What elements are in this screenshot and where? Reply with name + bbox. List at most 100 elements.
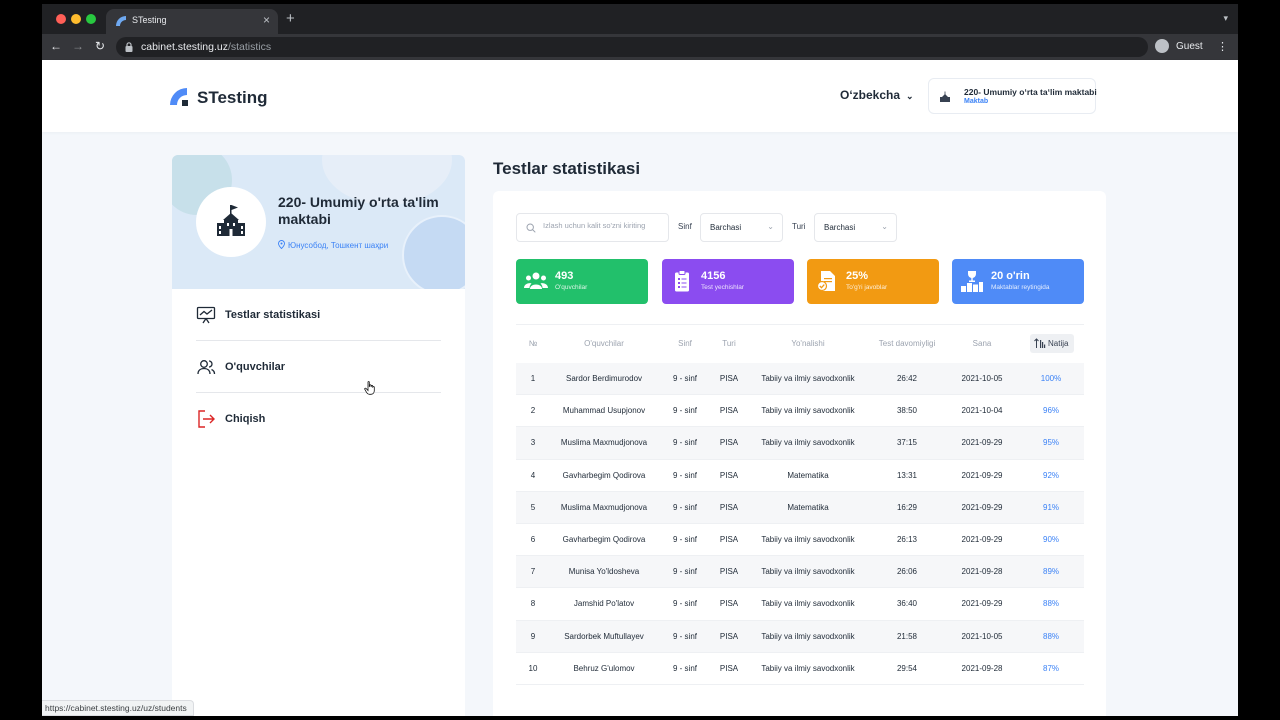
- location-pin-icon: [278, 240, 285, 249]
- divider: [196, 340, 441, 341]
- table-row[interactable]: 8 Jamshid Po'latov 9 - sinf PISA Tabiiy va i…: [516, 588, 1084, 621]
- back-arrow-icon[interactable]: ←: [50, 39, 62, 53]
- school-location: Юнусобод, Тошкент шаҳри: [278, 240, 388, 250]
- new-tab-icon[interactable]: +: [286, 11, 295, 27]
- class-filter-label: Sinf: [678, 222, 692, 231]
- cell-duration: 36:40: [896, 599, 918, 609]
- tab-close-icon[interactable]: ×: [263, 13, 270, 27]
- table-row[interactable]: 9 Sardorbek Muftullayev 9 - sinf PISA Tabiiy…: [516, 620, 1084, 653]
- cell-class: 9 - sinf: [672, 406, 698, 416]
- cell-test-type: PISA: [719, 470, 739, 480]
- stat-card-ranking: 20 o'rin Maktablar reytingida: [952, 259, 1084, 304]
- site-header: STesting O‘zbekcha ⌄ 220- Umumiy o‘rta ta…: [42, 60, 1238, 132]
- tab-title: STesting: [132, 15, 167, 25]
- sidebar-item-label: O'quvchilar: [225, 361, 286, 373]
- logout-icon: [198, 410, 215, 428]
- stat-label: Test yechishlar: [701, 284, 744, 291]
- cell-result: 100%: [1040, 374, 1062, 383]
- cell-test-type: PISA: [719, 502, 739, 512]
- forward-arrow-icon[interactable]: →: [72, 39, 84, 53]
- column-header-date: Sana: [972, 339, 992, 348]
- cell-row-number: 5: [530, 502, 536, 512]
- cell-duration: 37:15: [896, 438, 918, 448]
- reload-icon[interactable]: ↻: [95, 39, 105, 53]
- type-filter-select[interactable]: Barchasi ⌄: [814, 213, 897, 242]
- window-close-button[interactable]: [56, 14, 66, 24]
- stat-value: 25%: [846, 270, 869, 282]
- profile-avatar-icon: [1155, 39, 1169, 53]
- profile-button[interactable]: Guest: [1154, 37, 1226, 57]
- profile-label: Guest: [1176, 41, 1203, 52]
- stat-label: To'g'ri javoblar: [846, 284, 888, 291]
- school-profile-banner: 220- Umumiy o'rta ta'lim maktabi Юнусобо…: [172, 155, 465, 289]
- select-value: Barchasi: [710, 223, 742, 232]
- cell-duration: 16:29: [896, 502, 918, 512]
- page-content: STesting O‘zbekcha ⌄ 220- Umumiy o‘rta ta…: [42, 60, 1238, 716]
- table-row[interactable]: 2 Muhammad Usupjonov 9 - sinf PISA Tabiiy va…: [516, 395, 1084, 428]
- class-filter-select[interactable]: Barchasi ⌄: [700, 213, 783, 242]
- table-row[interactable]: 4 Gavharbegim Qodirova 9 - sinf PISA Matemat…: [516, 460, 1084, 492]
- stat-label: O'quvchilar: [555, 284, 588, 291]
- window-zoom-button[interactable]: [86, 14, 96, 24]
- browser-tab[interactable]: STesting ×: [106, 9, 278, 34]
- table-row[interactable]: 1 Sardor Berdimurodov 9 - sinf PISA Tabiiy v…: [516, 363, 1084, 396]
- search-box[interactable]: [516, 213, 669, 242]
- table-row[interactable]: 5 Muslima Maxmudjonova 9 - sinf PISA Matemat…: [516, 491, 1084, 524]
- chevron-down-icon: ⌄: [767, 222, 774, 231]
- cell-student-name: Munisa Yo'ldosheva: [568, 567, 640, 577]
- cell-class: 9 - sinf: [672, 663, 698, 673]
- sort-by-result-button[interactable]: Natija: [1030, 334, 1074, 353]
- search-input[interactable]: [543, 221, 665, 230]
- cell-test-type: PISA: [719, 599, 739, 609]
- cell-duration: 21:58: [896, 631, 918, 641]
- cell-row-number: 6: [530, 534, 536, 544]
- address-bar[interactable]: cabinet.stesting.uz/statistics: [116, 37, 1148, 57]
- select-value: Barchasi: [824, 223, 856, 232]
- cell-date: 2021-09-28: [961, 567, 1003, 577]
- search-icon: [526, 223, 536, 233]
- cell-student-name: Gavharbegim Qodirova: [562, 470, 646, 480]
- cell-class: 9 - sinf: [672, 374, 698, 383]
- browser-menu-icon[interactable]: ⋮: [1217, 40, 1228, 53]
- window-minimize-button[interactable]: [71, 14, 81, 24]
- cell-date: 2021-10-05: [961, 631, 1003, 641]
- cell-student-name: Behruz G'ulomov: [573, 663, 635, 673]
- mouse-pointer-hand-icon: [364, 381, 375, 395]
- account-school-type: Maktab: [964, 98, 989, 105]
- cell-direction: Tabiiy va ilmiy savodxonlik: [761, 599, 855, 609]
- cell-date: 2021-09-29: [961, 502, 1003, 512]
- browser-toolbar: ← → ↻ cabinet.stesting.uz/statistics Gue…: [42, 34, 1238, 60]
- school-avatar: [196, 187, 266, 257]
- url-host: cabinet.stesting.uz: [141, 41, 228, 53]
- stat-card-correct-answers: 25% To'g'ri javoblar: [807, 259, 939, 304]
- account-school-card[interactable]: 220- Umumiy o‘rta ta‘lim maktabi Maktab: [928, 78, 1097, 114]
- stat-value: 4156: [701, 270, 726, 282]
- users-icon: [197, 360, 216, 375]
- table-row[interactable]: 7 Munisa Yo'ldosheva 9 - sinf PISA Tabiiy va…: [516, 556, 1084, 589]
- sidebar-item-logout[interactable]: Chiqish: [196, 401, 441, 441]
- sort-descending-icon: [1034, 338, 1046, 348]
- tab-search-chevron-icon[interactable]: ▾: [1223, 13, 1228, 24]
- browser-tab-strip: STesting × + ▾: [42, 4, 1238, 34]
- table-row[interactable]: 10 Behruz G'ulomov 9 - sinf PISA Tabiiy va i…: [516, 653, 1084, 685]
- cell-class: 9 - sinf: [672, 470, 698, 480]
- cell-result: 92%: [1042, 470, 1060, 480]
- cell-duration: 29:54: [896, 663, 918, 673]
- sidebar-item-statistics[interactable]: Testlar statistikasi: [196, 297, 441, 337]
- brand-name: STesting: [197, 88, 268, 107]
- language-selector[interactable]: O‘zbekcha ⌄: [840, 88, 914, 102]
- table-row[interactable]: 3 Muslima Maxmudjonova 9 - sinf PISA Tabiiy …: [516, 427, 1084, 460]
- stesting-favicon-icon: [116, 16, 126, 26]
- cell-date: 2021-09-29: [961, 599, 1003, 609]
- table-row[interactable]: 6 Gavharbegim Qodirova 9 - sinf PISA Tabiiy …: [516, 524, 1084, 557]
- cell-class: 9 - sinf: [672, 631, 698, 641]
- stat-card-test-attempts: 4156 Test yechishlar: [662, 259, 794, 304]
- cell-result: 88%: [1042, 599, 1060, 609]
- cell-date: 2021-10-05: [961, 374, 1003, 383]
- chevron-down-icon: ⌄: [881, 222, 888, 231]
- cell-date: 2021-09-29: [961, 534, 1003, 544]
- cell-row-number: 2: [530, 406, 536, 416]
- sidebar-item-students[interactable]: O'quvchilar: [196, 349, 441, 389]
- cell-result: 96%: [1042, 406, 1060, 416]
- account-school-name: 220- Umumiy o‘rta ta‘lim maktabi: [964, 87, 1097, 97]
